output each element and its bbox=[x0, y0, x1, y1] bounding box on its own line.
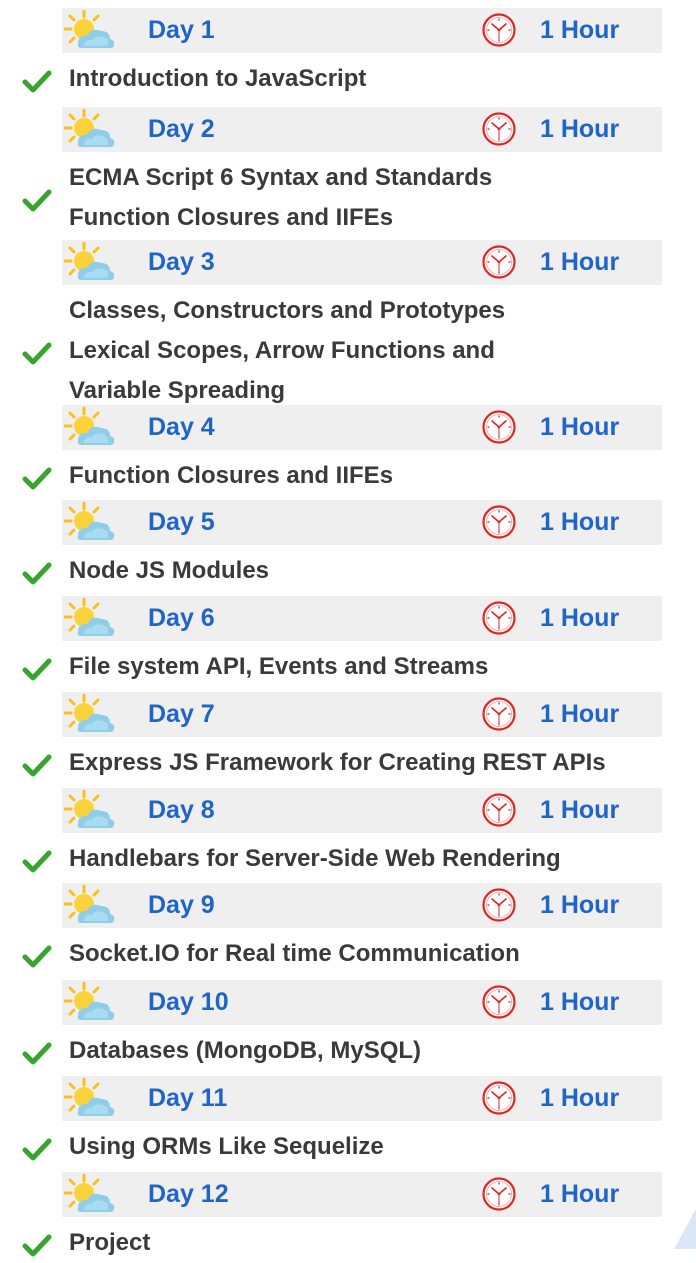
duration-label: 1 Hour bbox=[540, 508, 620, 536]
sun-behind-cloud-icon bbox=[63, 1077, 116, 1118]
corner-decoration bbox=[674, 1209, 696, 1249]
topic-line: ECMA Script 6 Syntax and Standards bbox=[69, 164, 493, 191]
topic-text: Classes, Constructors and Prototypes Lexi… bbox=[69, 291, 505, 411]
day-header: Day 7 1 Hour bbox=[62, 692, 662, 737]
day-header: Day 8 1 Hour bbox=[62, 788, 662, 833]
day-header: Day 2 1 Hour bbox=[62, 107, 662, 152]
check-mark-icon bbox=[22, 944, 52, 968]
sun-behind-cloud-icon bbox=[63, 1173, 116, 1214]
sun-behind-cloud-icon bbox=[63, 981, 116, 1022]
clock-icon bbox=[481, 12, 517, 48]
day-label: Day 9 bbox=[148, 891, 215, 919]
sun-behind-cloud-icon bbox=[63, 789, 116, 830]
sun-behind-cloud-icon bbox=[63, 108, 116, 149]
sun-behind-cloud-icon bbox=[63, 406, 116, 447]
check-mark-icon bbox=[22, 1233, 52, 1257]
topic-text: Using ORMs Like Sequelize bbox=[69, 1127, 384, 1167]
check-mark-icon bbox=[22, 1137, 52, 1161]
clock-icon bbox=[481, 887, 517, 923]
topic-text: File system API, Events and Streams bbox=[69, 647, 488, 687]
topic-line: Classes, Constructors and Prototypes bbox=[69, 297, 506, 324]
day-label: Day 6 bbox=[148, 604, 215, 632]
check-mark-icon bbox=[22, 69, 52, 93]
day-label: Day 1 bbox=[148, 16, 215, 44]
topic-line: Lexical Scopes, Arrow Functions and bbox=[69, 337, 495, 364]
check-mark-icon bbox=[22, 753, 52, 777]
duration-label: 1 Hour bbox=[540, 248, 620, 276]
topic-text: Introduction to JavaScript bbox=[69, 59, 366, 99]
day-label: Day 3 bbox=[148, 248, 215, 276]
topic-line: Introduction to JavaScript bbox=[69, 65, 367, 92]
topic-line: Express JS Framework for Creating REST A… bbox=[69, 749, 606, 776]
clock-icon bbox=[481, 1080, 517, 1116]
check-mark-icon bbox=[22, 849, 52, 873]
duration-label: 1 Hour bbox=[540, 413, 620, 441]
sun-behind-cloud-icon bbox=[63, 597, 116, 638]
topic-text: Handlebars for Server-Side Web Rendering bbox=[69, 839, 561, 879]
day-header: Day 5 1 Hour bbox=[62, 500, 662, 545]
topic-text: ECMA Script 6 Syntax and Standards Functi… bbox=[69, 158, 492, 238]
topic-text: Node JS Modules bbox=[69, 551, 269, 591]
day-header: Day 12 1 Hour bbox=[62, 1172, 662, 1217]
topic-text: Socket.IO for Real time Communication bbox=[69, 934, 520, 974]
duration-label: 1 Hour bbox=[540, 988, 620, 1016]
day-label: Day 7 bbox=[148, 700, 215, 728]
clock-icon bbox=[481, 984, 517, 1020]
topic-line: File system API, Events and Streams bbox=[69, 653, 489, 680]
topic-line: Socket.IO for Real time Communication bbox=[69, 940, 520, 967]
day-label: Day 2 bbox=[148, 115, 215, 143]
day-label: Day 4 bbox=[148, 413, 215, 441]
topic-text: Function Closures and IIFEs bbox=[69, 456, 393, 496]
clock-icon bbox=[481, 696, 517, 732]
clock-icon bbox=[481, 111, 517, 147]
check-mark-icon bbox=[22, 657, 52, 681]
duration-label: 1 Hour bbox=[540, 604, 620, 632]
topic-text: Express JS Framework for Creating REST A… bbox=[69, 743, 606, 783]
sun-behind-cloud-icon bbox=[63, 501, 116, 542]
sun-behind-cloud-icon bbox=[63, 241, 116, 282]
duration-label: 1 Hour bbox=[540, 891, 620, 919]
check-mark-icon bbox=[22, 188, 52, 212]
topic-line: Function Closures and IIFEs bbox=[69, 462, 394, 489]
clock-icon bbox=[481, 792, 517, 828]
clock-icon bbox=[481, 409, 517, 445]
duration-label: 1 Hour bbox=[540, 1180, 620, 1208]
day-header: Day 3 1 Hour bbox=[62, 240, 662, 285]
day-header: Day 9 1 Hour bbox=[62, 883, 662, 928]
clock-icon bbox=[481, 1176, 517, 1212]
day-label: Day 12 bbox=[148, 1180, 229, 1208]
day-label: Day 5 bbox=[148, 508, 215, 536]
check-mark-icon bbox=[22, 561, 52, 585]
sun-behind-cloud-icon bbox=[63, 884, 116, 925]
check-mark-icon bbox=[22, 1041, 52, 1065]
duration-label: 1 Hour bbox=[540, 16, 620, 44]
clock-icon bbox=[481, 504, 517, 540]
topic-text: Project bbox=[69, 1223, 150, 1263]
duration-label: 1 Hour bbox=[540, 1084, 620, 1112]
clock-icon bbox=[481, 600, 517, 636]
day-label: Day 8 bbox=[148, 796, 215, 824]
topic-line: Function Closures and IIFEs bbox=[69, 204, 394, 231]
day-label: Day 11 bbox=[148, 1084, 228, 1112]
day-header: Day 6 1 Hour bbox=[62, 596, 662, 641]
sun-behind-cloud-icon bbox=[63, 9, 116, 50]
day-header: Day 4 1 Hour bbox=[62, 405, 662, 450]
check-mark-icon bbox=[22, 341, 52, 365]
topic-line: Databases (MongoDB, MySQL) bbox=[69, 1037, 422, 1064]
duration-label: 1 Hour bbox=[540, 700, 620, 728]
clock-icon bbox=[481, 244, 517, 280]
check-mark-icon bbox=[22, 466, 52, 490]
day-header: Day 11 1 Hour bbox=[62, 1076, 662, 1121]
day-label: Day 10 bbox=[148, 988, 229, 1016]
topic-text: Databases (MongoDB, MySQL) bbox=[69, 1031, 421, 1071]
topic-line: Node JS Modules bbox=[69, 557, 270, 584]
duration-label: 1 Hour bbox=[540, 796, 620, 824]
topic-line: Project bbox=[69, 1229, 151, 1256]
duration-label: 1 Hour bbox=[540, 115, 620, 143]
day-header: Day 10 1 Hour bbox=[62, 980, 662, 1025]
sun-behind-cloud-icon bbox=[63, 693, 116, 734]
topic-line: Using ORMs Like Sequelize bbox=[69, 1133, 384, 1160]
topic-line: Handlebars for Server-Side Web Rendering bbox=[69, 845, 561, 872]
day-header: Day 1 1 Hour bbox=[62, 8, 662, 53]
